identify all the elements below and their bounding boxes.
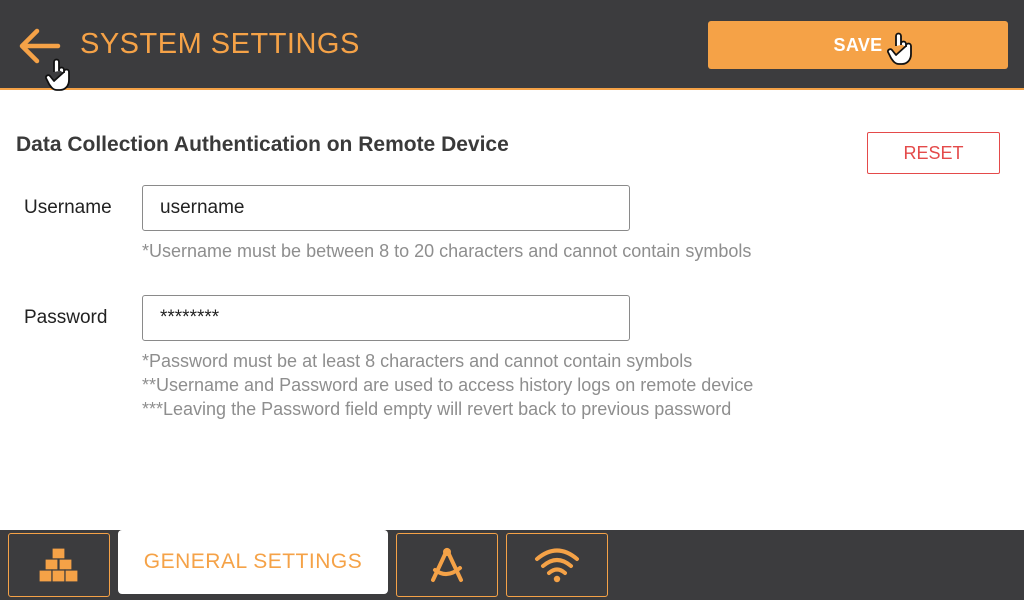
hand-pointer-icon [45, 58, 70, 91]
page-title: SYSTEM SETTINGS [80, 28, 360, 60]
compass-tools-icon [431, 548, 463, 582]
save-button[interactable]: SAVE [708, 21, 1008, 69]
tab-general-settings[interactable]: GENERAL SETTINGS [118, 530, 388, 594]
username-hint: *Username must be between 8 to 20 charac… [142, 241, 752, 261]
boxes-icon [39, 547, 79, 583]
password-hint-1: *Password must be at least 8 characters … [142, 351, 693, 371]
password-field[interactable] [142, 295, 630, 341]
username-label: Username [24, 197, 112, 218]
username-field[interactable] [142, 185, 630, 231]
tab-network[interactable] [506, 533, 608, 597]
password-hint-3: ***Leaving the Password field empty will… [142, 399, 732, 419]
reset-button[interactable]: RESET [867, 132, 1000, 174]
tab-inventory[interactable] [8, 533, 110, 597]
section-title: Data Collection Authentication on Remote… [16, 133, 509, 156]
tab-calibration[interactable] [396, 533, 498, 597]
password-hint-2: **Username and Password are used to acce… [142, 375, 754, 395]
password-label: Password [24, 307, 108, 328]
hand-pointer-icon [887, 32, 912, 65]
header-bar: SYSTEM SETTINGS SAVE [0, 0, 1024, 90]
wifi-icon [535, 548, 579, 583]
